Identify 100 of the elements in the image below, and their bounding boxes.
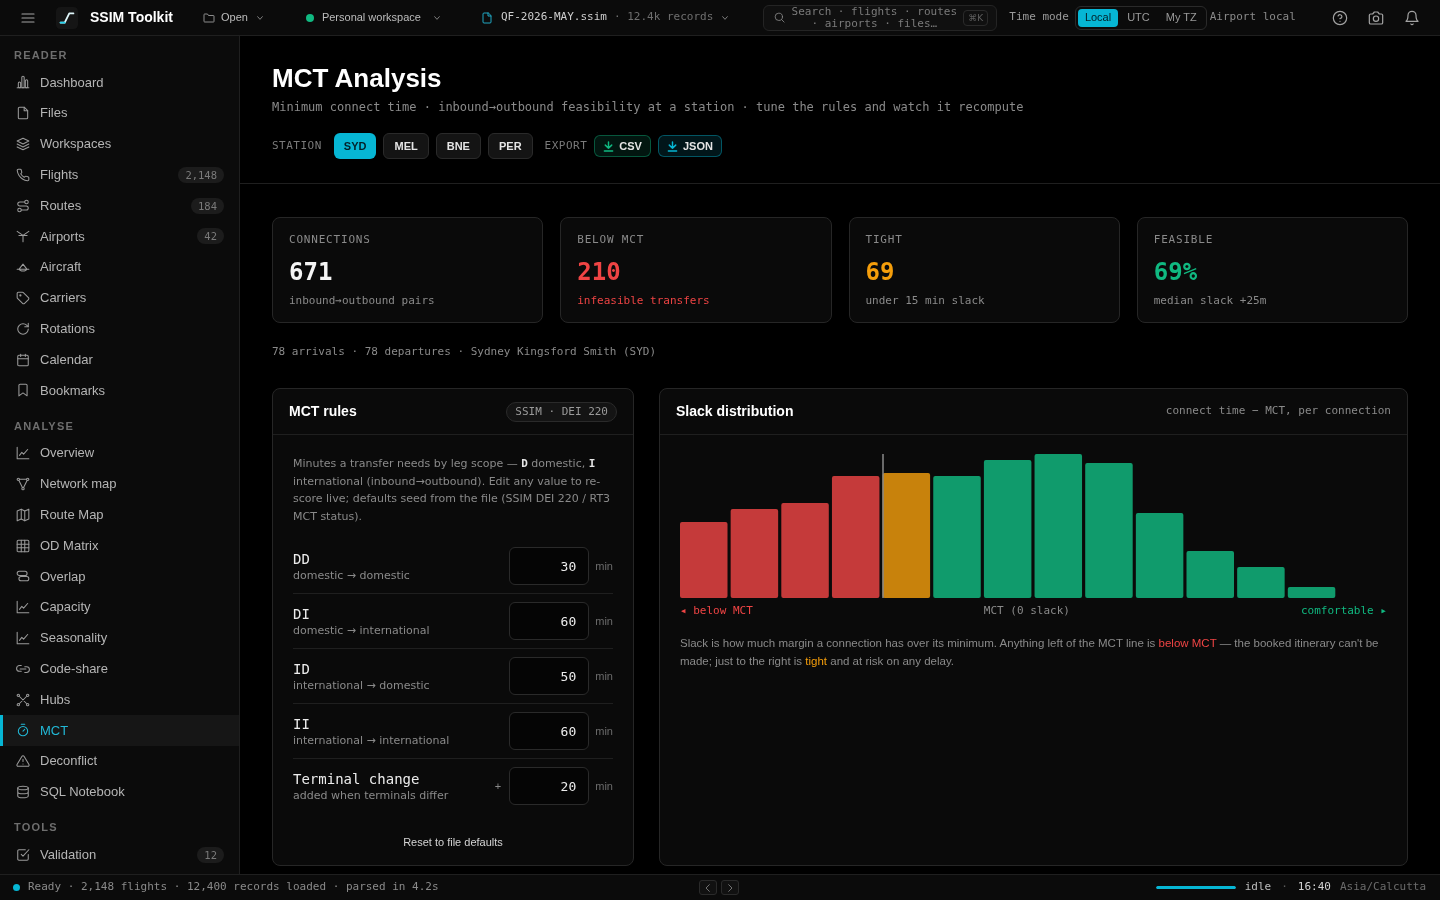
- clock-time: 16:40: [1297, 879, 1331, 896]
- layers-icon: [16, 137, 30, 151]
- sidebar-item[interactable]: Calendar: [0, 344, 239, 375]
- sidebar-item[interactable]: Network map: [0, 468, 239, 500]
- rule-description: domestic → domestic: [293, 567, 410, 583]
- station-tab[interactable]: BNE: [435, 133, 481, 159]
- sidebar-item[interactable]: Aircraft: [0, 251, 239, 283]
- item-count: 12: [197, 846, 224, 863]
- map-icon: [16, 507, 30, 522]
- caret-icon: [255, 13, 264, 22]
- panel-title: Slack distribution: [676, 402, 794, 421]
- sidebar-item[interactable]: Overlap: [0, 560, 239, 592]
- rotate-icon: [16, 321, 30, 336]
- sidebar-item[interactable]: Workspaces: [0, 128, 239, 160]
- file-icon: [480, 11, 493, 24]
- line-chart-icon: [16, 446, 30, 461]
- sidebar-item[interactable]: Deconflict: [0, 745, 239, 777]
- stat-label: TIGHT: [865, 232, 903, 248]
- sidebar-item[interactable]: Carriers: [0, 282, 239, 314]
- antenna-icon: [16, 229, 30, 244]
- station-summary: 78 arrivals · 78 departures · Sydney Kingsford Smith (SYD): [272, 345, 657, 358]
- search-icon: [774, 12, 786, 23]
- page-title: MCT Analysis: [272, 62, 442, 94]
- caret-icon: [432, 13, 441, 22]
- rule-input[interactable]: 30: [509, 547, 590, 585]
- prefix-sign: +: [494, 778, 502, 794]
- sidebar-item[interactable]: SQL Notebook: [0, 776, 239, 808]
- reset-button[interactable]: Reset to file defaults: [391, 828, 515, 856]
- previous-button[interactable]: [699, 880, 717, 895]
- stat-label: CONNECTIONS: [289, 232, 371, 248]
- rule-code: Terminal change: [293, 769, 420, 788]
- route-icon: [16, 198, 30, 213]
- line-chart-icon: [16, 600, 30, 615]
- axis-label: MCT (0 slack): [983, 603, 1070, 619]
- unit-label: min: [595, 778, 613, 794]
- sidebar-item[interactable]: Validation 12: [0, 839, 239, 871]
- stat-note: median slack +25m: [1153, 293, 1267, 309]
- sidebar-item[interactable]: Bookmarks: [0, 374, 239, 406]
- station-tab[interactable]: MEL: [383, 133, 429, 159]
- sidebar-item[interactable]: Hubs: [0, 684, 239, 715]
- rule-input[interactable]: 50: [509, 657, 590, 695]
- time-mode-option[interactable]: My TZ: [1158, 8, 1204, 27]
- item-count: 184: [191, 197, 224, 214]
- sidebar-item[interactable]: Code-share: [0, 653, 239, 685]
- network-icon: [16, 476, 30, 491]
- time-mode-option[interactable]: Local: [1077, 8, 1119, 27]
- line-chart-icon: [16, 630, 30, 645]
- bell-icon[interactable]: [1404, 9, 1420, 26]
- export-button[interactable]: JSON: [657, 135, 722, 157]
- sidebar-item[interactable]: Capacity: [0, 591, 239, 623]
- sidebar-item[interactable]: OD Matrix: [0, 530, 239, 561]
- camera-icon[interactable]: [1368, 9, 1384, 26]
- station-tab[interactable]: SYD: [333, 133, 377, 159]
- check-square-icon: [16, 847, 30, 862]
- tag-icon: [16, 290, 30, 305]
- axis-label: comfortable ▸: [1300, 603, 1387, 619]
- unit-label: min: [595, 668, 613, 684]
- stat-value: 69%: [1153, 257, 1198, 288]
- status-summary: Ready · 2,148 flights · 12,400 records loaded · parsed in 4.2s: [28, 879, 439, 896]
- unit-label: min: [595, 723, 613, 739]
- page-subtitle: Minimum connect time · inbound→outbound feasibility at a station · tune the rules and watch it recompute: [272, 99, 1025, 115]
- rule-code: DD: [293, 549, 310, 568]
- chevron-right-icon: [726, 883, 734, 892]
- sidebar-item[interactable]: Rotations: [0, 313, 239, 345]
- panel-caption: connect time − MCT, per connection: [1165, 403, 1391, 420]
- open-button[interactable]: Open: [202, 9, 264, 26]
- chart-explanation: Slack is how much margin a connection has over its minimum. Anything left of the MCT line is below MCT — the booked itinerary can't be made; just to the right is tight and at risk on any delay.: [680, 636, 1380, 669]
- unit-label: min: [595, 613, 613, 629]
- sidebar-item[interactable]: Route Map: [0, 499, 239, 531]
- help-icon[interactable]: [1332, 9, 1348, 26]
- next-button[interactable]: [721, 880, 739, 895]
- separator: ·: [1281, 879, 1288, 896]
- section-heading: TOOLS: [13, 820, 59, 836]
- sidebar-item[interactable]: Airports 42: [0, 221, 239, 252]
- rule-input[interactable]: 60: [509, 712, 590, 750]
- sidebar-item[interactable]: Dashboard: [0, 67, 239, 98]
- item-count: 2,148: [178, 166, 224, 183]
- sidebar-item[interactable]: MCT: [0, 714, 239, 746]
- chevron-left-icon: [704, 883, 712, 892]
- phone-icon: [16, 167, 30, 182]
- sidebar-item[interactable]: Routes 184: [0, 190, 239, 221]
- sidebar-item[interactable]: Files: [0, 97, 239, 129]
- rules-description: Minutes a transfer needs by leg scope — D domestic, I international (inbound→outbound). Edit any value to re-score live; defaults seed from the file (SSIM DEI 220 / RT3 MCT status).: [293, 456, 612, 525]
- file-icon: [16, 106, 30, 121]
- rule-input[interactable]: 20: [509, 767, 590, 805]
- workspace-button[interactable]: Personal workspace: [305, 9, 441, 26]
- rule-input[interactable]: 60: [509, 602, 590, 640]
- export-button[interactable]: CSV: [594, 135, 651, 157]
- rule-description: international → domestic: [293, 677, 430, 693]
- warning-icon: [16, 754, 30, 769]
- sidebar-item[interactable]: Seasonality: [0, 622, 239, 654]
- sidebar-item[interactable]: Overview: [0, 437, 239, 469]
- station-tab[interactable]: PER: [487, 133, 533, 159]
- time-mode-option[interactable]: UTC: [1120, 8, 1157, 27]
- shortcut-hint: ⌘K: [963, 9, 989, 26]
- status-dot-icon: [305, 13, 314, 22]
- sidebar-item[interactable]: Flights 2,148: [0, 159, 239, 191]
- file-button[interactable]: QF-2026-MAY.ssim · 12.4k records: [480, 9, 730, 26]
- rule-description: international → international: [293, 732, 450, 748]
- caret-icon: [721, 13, 730, 22]
